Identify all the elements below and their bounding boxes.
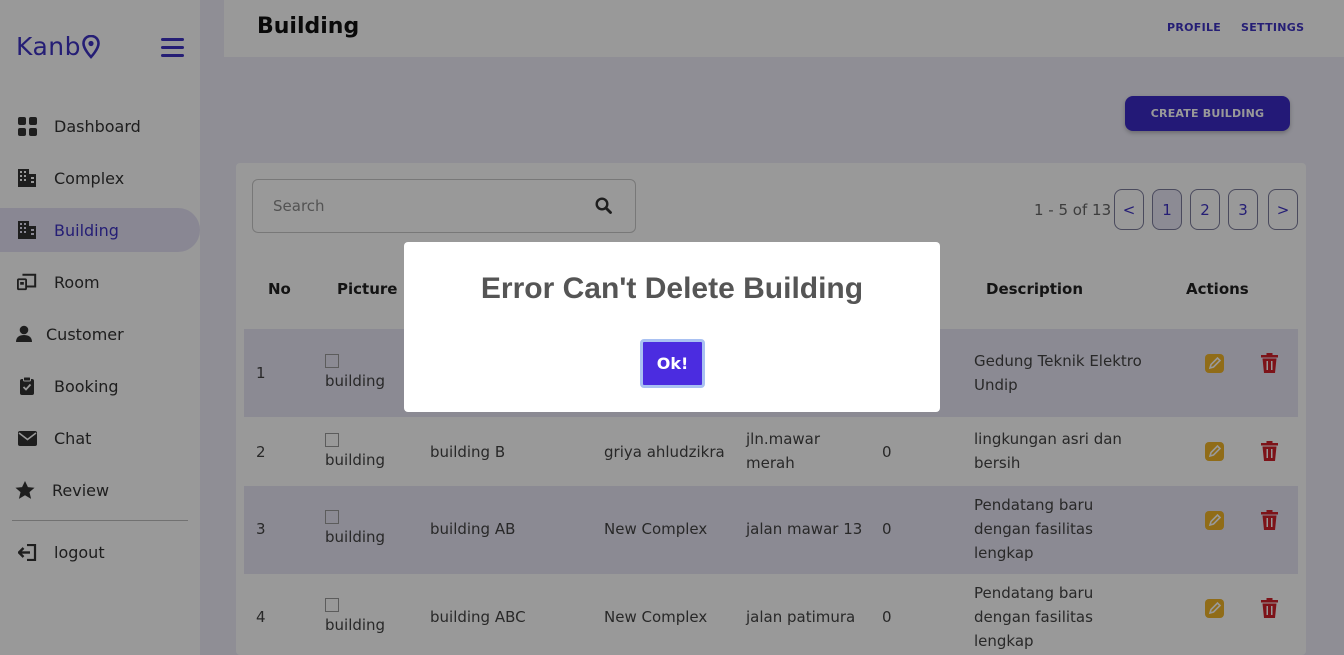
error-dialog: Error Can't Delete Building Ok! [404, 242, 940, 412]
ok-button[interactable]: Ok! [640, 339, 705, 388]
dialog-title: Error Can't Delete Building [480, 272, 864, 305]
